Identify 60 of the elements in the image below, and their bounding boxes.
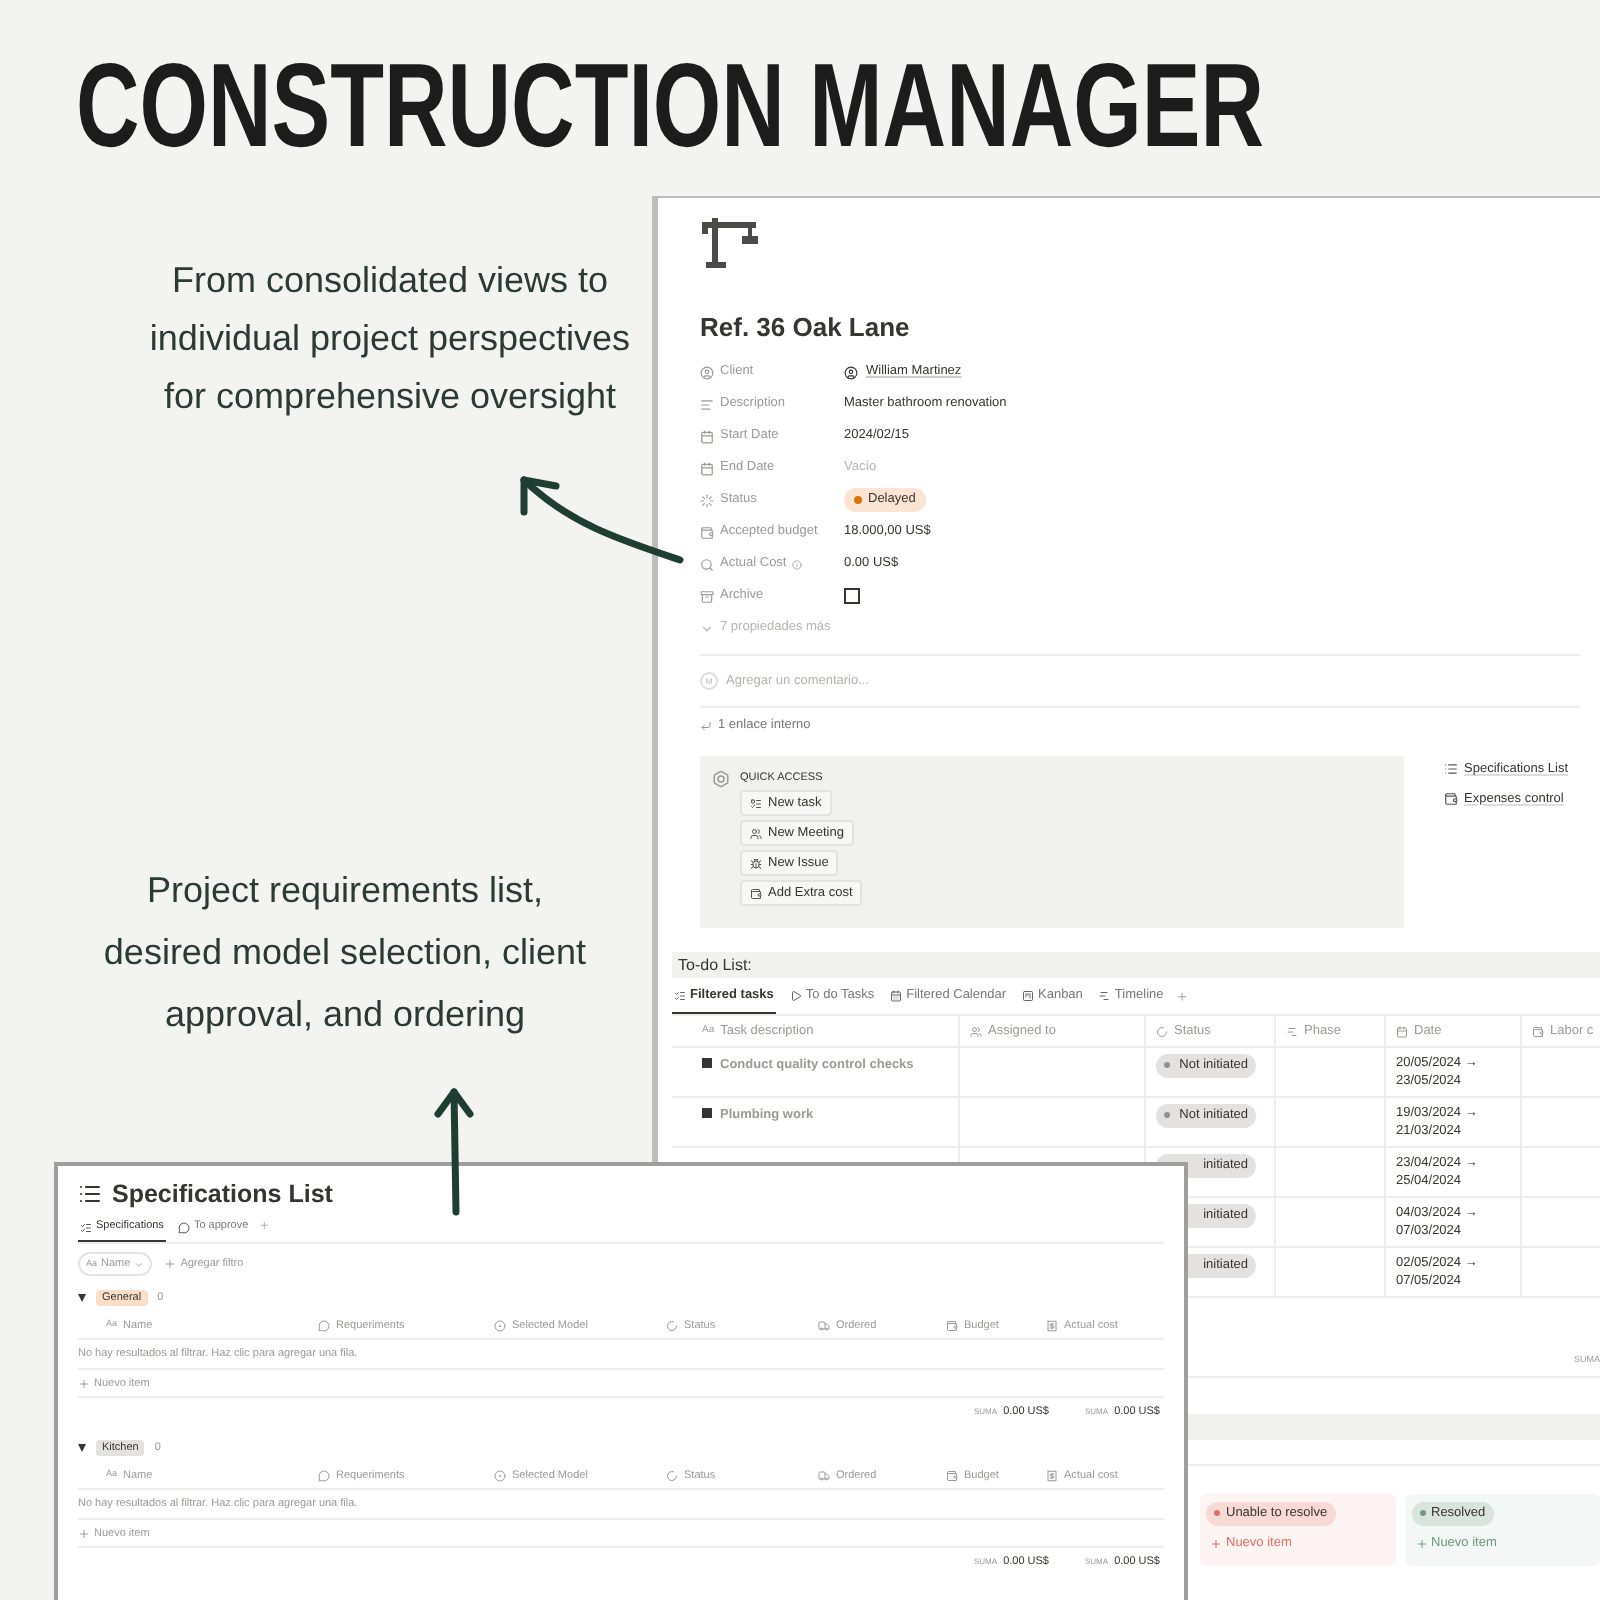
chevron-down-icon: [134, 1259, 145, 1270]
bubble-icon: [318, 1319, 330, 1332]
bug-icon: [750, 857, 762, 869]
calendar-icon: [1396, 1025, 1408, 1037]
archive-icon: [700, 589, 714, 603]
wallet-icon: [946, 1469, 958, 1482]
truck-icon: [818, 1319, 830, 1332]
receipt-icon: [1046, 1469, 1058, 1482]
bubble-icon: [177, 1221, 190, 1233]
plus-icon: [1415, 1537, 1427, 1550]
checklist-icon: [674, 990, 686, 1002]
page-title: Ref. 36 Oak Lane: [700, 310, 912, 346]
wallet-icon: [1532, 1025, 1544, 1037]
database-title: Specifications List: [112, 1178, 333, 1210]
search-icon: [700, 557, 714, 571]
circle-icon: [494, 1469, 506, 1482]
calendar-icon: [700, 429, 714, 443]
user-icon: [700, 365, 714, 379]
crane-icon: [700, 214, 760, 270]
arrow-icon: [700, 720, 712, 732]
timeline-icon: [1286, 1025, 1298, 1037]
headline: CONSTRUCTION MANAGER: [76, 60, 1264, 158]
bubble-icon: [318, 1469, 330, 1482]
wallet-icon: [750, 887, 762, 899]
wallet-icon: [946, 1319, 958, 1332]
checklist-icon: [750, 797, 762, 809]
collapse-triangle-icon[interactable]: [78, 1294, 86, 1303]
calendar-icon: [700, 461, 714, 475]
text-lines-icon: [700, 397, 714, 411]
checkbox[interactable]: [844, 588, 860, 604]
loader-icon: [700, 493, 714, 507]
loader-icon: [666, 1319, 678, 1332]
checklist-icon: [80, 1221, 92, 1233]
user-icon: [844, 365, 858, 379]
calendar-icon: [890, 990, 903, 1002]
board-icon: [1022, 990, 1034, 1002]
plus-icon: [78, 1377, 90, 1390]
plus-icon: [1210, 1537, 1222, 1550]
chevron-down-icon: [700, 621, 714, 635]
task-icon: [702, 1108, 712, 1118]
up-arrow: [434, 1088, 474, 1216]
people-icon: [750, 827, 762, 839]
caption: Project requirements list, desired model selection, client approval, and ordering: [101, 868, 589, 1038]
timeline-icon: [1098, 990, 1111, 1002]
caption: From consolidated views to individual project perspectives for comprehensive oversight: [147, 258, 633, 420]
list-icon: [1444, 762, 1458, 777]
circle-icon: [494, 1319, 506, 1332]
plus-icon: [164, 1258, 177, 1271]
collapse-triangle-icon[interactable]: [78, 1444, 86, 1453]
wallet-icon: [700, 525, 714, 539]
loader-icon: [666, 1469, 678, 1482]
people-icon: [970, 1025, 982, 1037]
plus-icon: [78, 1527, 90, 1540]
play-icon: [789, 990, 802, 1002]
task-icon: [702, 1058, 712, 1068]
truck-icon: [818, 1469, 830, 1482]
wallet-icon: [1444, 792, 1458, 807]
receipt-icon: [1046, 1319, 1058, 1332]
todo-header: To-do List:: [672, 952, 1600, 978]
loader-icon: [1156, 1025, 1168, 1037]
